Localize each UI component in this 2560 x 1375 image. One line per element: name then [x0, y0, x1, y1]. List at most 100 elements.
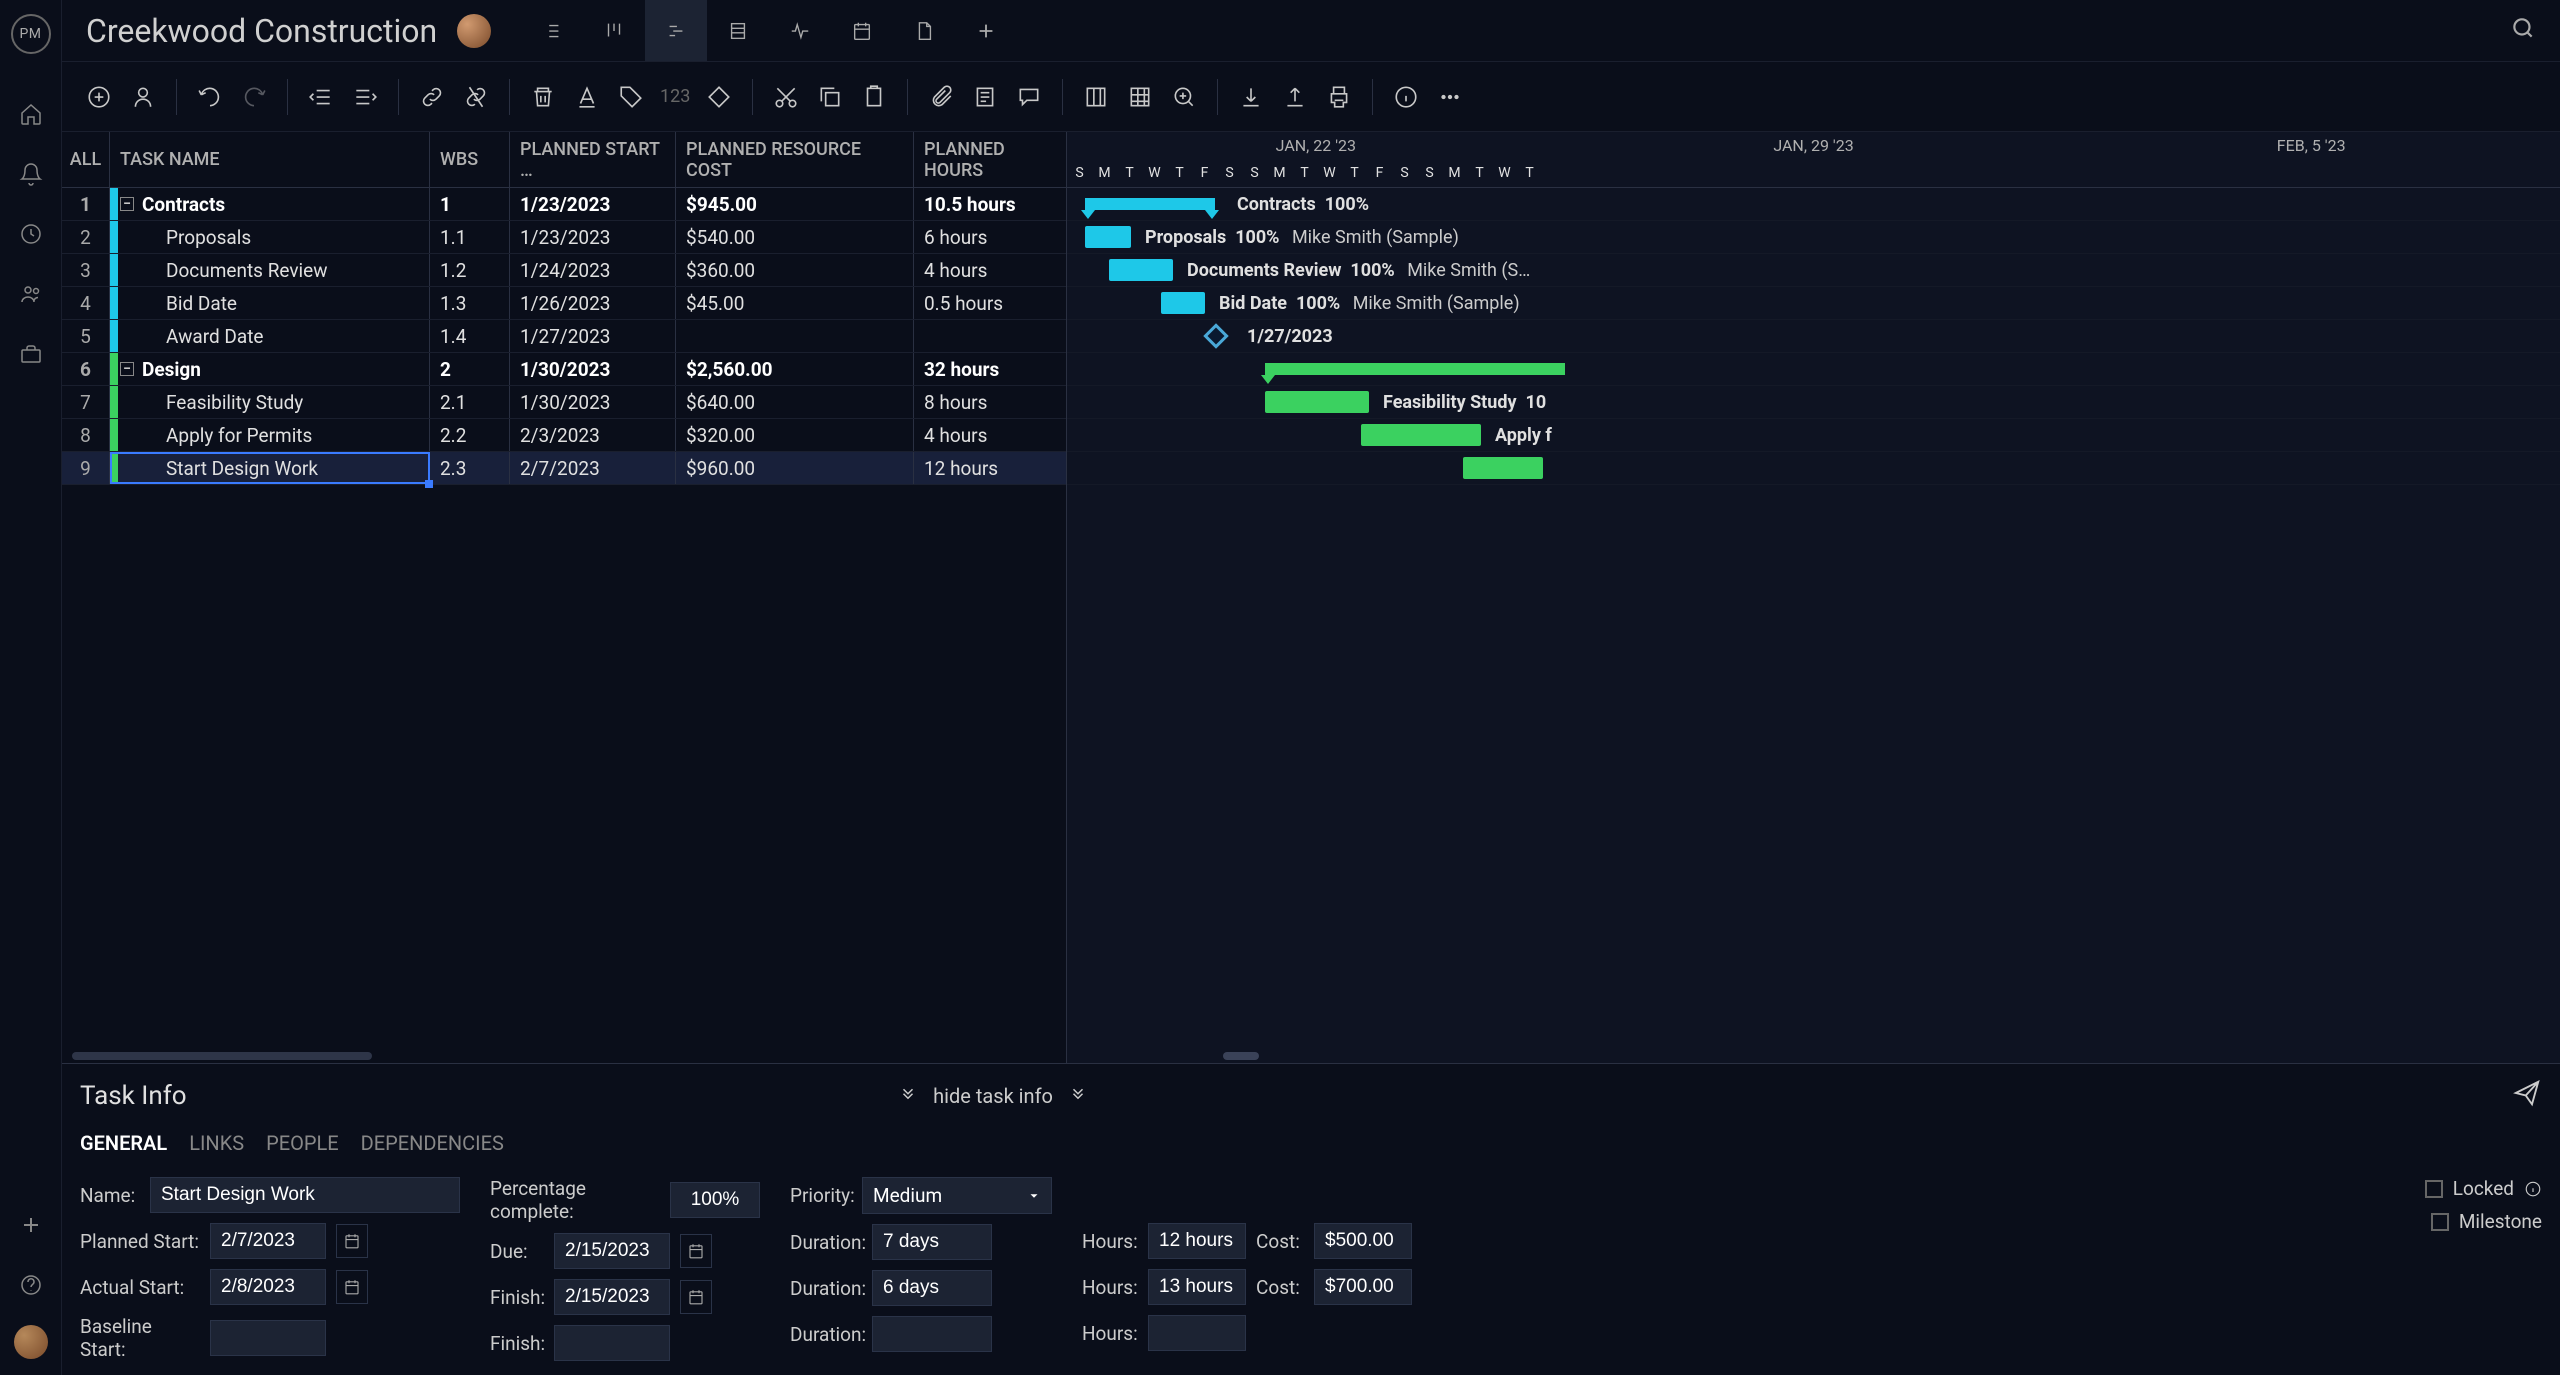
col-planned-cost[interactable]: PLANNED RESOURCE COST	[676, 132, 914, 187]
gantt-task-bar[interactable]	[1085, 226, 1131, 248]
baseline-duration-input[interactable]	[872, 1316, 992, 1352]
calendar-icon[interactable]	[680, 1234, 712, 1268]
planned-start-input[interactable]	[210, 1223, 326, 1259]
grid-icon[interactable]	[1121, 78, 1159, 116]
gantt-body[interactable]: Contracts 100%Proposals 100% Mike Smith …	[1067, 188, 2560, 1049]
columns-icon[interactable]	[1077, 78, 1115, 116]
col-planned-hours[interactable]: PLANNED HOURS	[914, 132, 1064, 187]
task-name-input[interactable]	[150, 1177, 460, 1213]
info-icon[interactable]	[2524, 1180, 2542, 1198]
baseline-start-input[interactable]	[210, 1320, 326, 1356]
tab-links[interactable]: LINKS	[189, 1131, 244, 1155]
copy-icon[interactable]	[811, 78, 849, 116]
locked-checkbox[interactable]: Locked	[2425, 1177, 2542, 1200]
link-icon[interactable]	[413, 78, 451, 116]
priority-select[interactable]: Medium	[862, 1177, 1052, 1214]
outdent-icon[interactable]	[302, 78, 340, 116]
table-row[interactable]: 2Proposals1.11/23/2023$540.006 hours	[62, 221, 1066, 254]
bell-icon[interactable]	[11, 154, 51, 194]
view-list-icon[interactable]	[521, 0, 583, 61]
col-all[interactable]: ALL	[62, 132, 110, 187]
add-icon[interactable]	[11, 1205, 51, 1245]
gantt-summary-bar[interactable]	[1265, 363, 1565, 375]
calendar-icon[interactable]	[336, 1270, 368, 1304]
app-logo[interactable]: PM	[11, 14, 51, 54]
collapse-icon[interactable]: −	[120, 362, 134, 376]
gantt-task-bar[interactable]	[1161, 292, 1205, 314]
view-gantt-icon[interactable]	[645, 0, 707, 61]
milestone-checkbox[interactable]: Milestone	[2431, 1210, 2542, 1233]
view-calendar-icon[interactable]	[831, 0, 893, 61]
col-planned-start[interactable]: PLANNED START …	[510, 132, 676, 187]
gantt-task-bar[interactable]	[1265, 391, 1369, 413]
tab-dependencies[interactable]: DEPENDENCIES	[361, 1131, 504, 1155]
table-row[interactable]: 7Feasibility Study2.11/30/2023$640.008 h…	[62, 386, 1066, 419]
undo-icon[interactable]	[191, 78, 229, 116]
delete-icon[interactable]	[524, 78, 562, 116]
zoom-icon[interactable]	[1165, 78, 1203, 116]
gantt-hscroll[interactable]	[1067, 1049, 2560, 1063]
gantt-task-bar[interactable]	[1361, 424, 1481, 446]
gantt-summary-bar[interactable]	[1085, 198, 1215, 210]
note-icon[interactable]	[966, 78, 1004, 116]
planned-hours-input[interactable]	[1148, 1223, 1246, 1259]
due-input[interactable]	[554, 1233, 670, 1269]
actual-cost-input[interactable]	[1314, 1269, 1412, 1305]
baseline-hours-input[interactable]	[1148, 1315, 1246, 1351]
table-row[interactable]: 5Award Date1.41/27/2023	[62, 320, 1066, 353]
view-sheet-icon[interactable]	[707, 0, 769, 61]
import-icon[interactable]	[1232, 78, 1270, 116]
actual-hours-input[interactable]	[1148, 1269, 1246, 1305]
actual-start-input[interactable]	[210, 1269, 326, 1305]
info-icon[interactable]	[1387, 78, 1425, 116]
print-icon[interactable]	[1320, 78, 1358, 116]
home-icon[interactable]	[11, 94, 51, 134]
view-activity-icon[interactable]	[769, 0, 831, 61]
gantt-task-bar[interactable]	[1463, 457, 1543, 479]
search-icon[interactable]	[2510, 15, 2536, 46]
table-row[interactable]: 1−Contracts11/23/2023$945.0010.5 hours	[62, 188, 1066, 221]
clock-icon[interactable]	[11, 214, 51, 254]
view-file-icon[interactable]	[893, 0, 955, 61]
collapse-icon[interactable]: −	[120, 197, 134, 211]
project-avatar[interactable]	[457, 14, 491, 48]
milestone-diamond[interactable]	[1203, 323, 1228, 348]
view-board-icon[interactable]	[583, 0, 645, 61]
assign-person-icon[interactable]	[124, 78, 162, 116]
briefcase-icon[interactable]	[11, 334, 51, 374]
paste-icon[interactable]	[855, 78, 893, 116]
more-icon[interactable]	[1431, 78, 1469, 116]
view-add-icon[interactable]	[955, 0, 1017, 61]
pct-complete-input[interactable]	[670, 1182, 760, 1218]
table-row[interactable]: 3Documents Review1.21/24/2023$360.004 ho…	[62, 254, 1066, 287]
duration-input[interactable]	[872, 1224, 992, 1260]
diamond-icon[interactable]	[700, 78, 738, 116]
export-icon[interactable]	[1276, 78, 1314, 116]
table-row[interactable]: 9Start Design Work2.32/7/2023$960.0012 h…	[62, 452, 1066, 485]
add-task-icon[interactable]	[80, 78, 118, 116]
attach-icon[interactable]	[922, 78, 960, 116]
help-icon[interactable]	[11, 1265, 51, 1305]
redo-icon[interactable]	[235, 78, 273, 116]
col-task-name[interactable]: TASK NAME	[110, 132, 430, 187]
hide-task-info-button[interactable]: hide task info	[899, 1084, 1087, 1108]
tag-icon[interactable]	[612, 78, 650, 116]
user-avatar[interactable]	[14, 1325, 48, 1359]
finish-input[interactable]	[554, 1279, 670, 1315]
grid-hscroll[interactable]	[62, 1049, 1066, 1063]
table-row[interactable]: 8Apply for Permits2.22/3/2023$320.004 ho…	[62, 419, 1066, 452]
grid-body[interactable]: 1−Contracts11/23/2023$945.0010.5 hours2P…	[62, 188, 1066, 1049]
tab-general[interactable]: GENERAL	[80, 1131, 167, 1155]
baseline-finish-input[interactable]	[554, 1325, 670, 1361]
col-wbs[interactable]: WBS	[430, 132, 510, 187]
people-icon[interactable]	[11, 274, 51, 314]
table-row[interactable]: 4Bid Date1.31/26/2023$45.000.5 hours	[62, 287, 1066, 320]
planned-cost-input[interactable]	[1314, 1223, 1412, 1259]
calendar-icon[interactable]	[680, 1280, 712, 1314]
comment-icon[interactable]	[1010, 78, 1048, 116]
font-icon[interactable]	[568, 78, 606, 116]
actual-duration-input[interactable]	[872, 1270, 992, 1306]
unlink-icon[interactable]	[457, 78, 495, 116]
gantt-task-bar[interactable]	[1109, 259, 1173, 281]
indent-icon[interactable]	[346, 78, 384, 116]
